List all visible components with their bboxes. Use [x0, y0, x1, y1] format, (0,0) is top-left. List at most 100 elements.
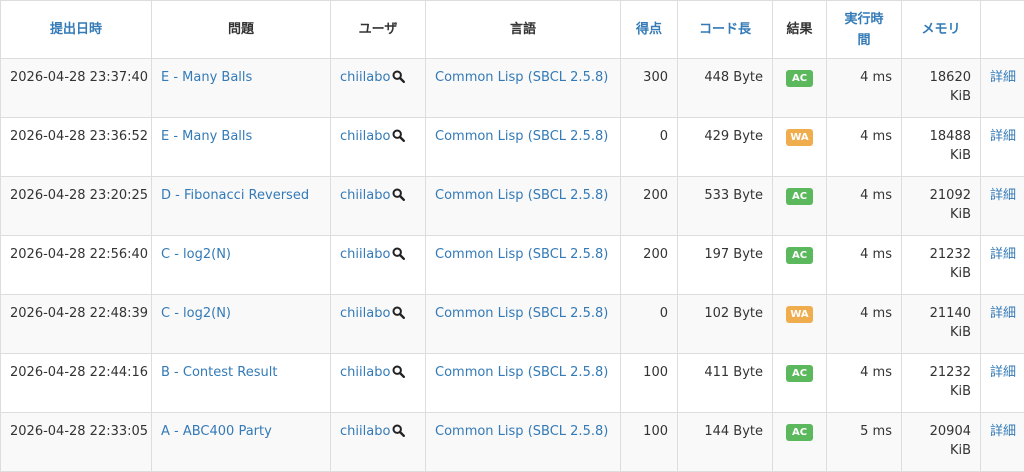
header-exec-time-label-line1: 実行時: [844, 12, 883, 27]
detail-cell: 詳細: [981, 354, 1024, 413]
language-link[interactable]: Common Lisp (SBCL 2.5.8): [435, 247, 608, 262]
user-link[interactable]: chiilabo: [340, 129, 390, 144]
language-link[interactable]: Common Lisp (SBCL 2.5.8): [435, 424, 608, 439]
submit-time-cell: 2026-04-28 22:48:39: [1, 295, 152, 354]
submit-time-cell: 2026-04-28 22:44:16: [1, 354, 152, 413]
submit-time-cell: 2026-04-28 23:36:52: [1, 118, 152, 177]
score: 100: [643, 365, 668, 380]
table-row: 2026-04-28 23:37:40 E - Many Balls chiil…: [1, 59, 1024, 118]
user-link[interactable]: chiilabo: [340, 424, 390, 439]
task-cell: C - log2(N): [152, 236, 331, 295]
header-score-label: 得点: [636, 22, 662, 37]
header-exec-time[interactable]: 実行時間: [827, 1, 902, 59]
code-length: 411 Byte: [704, 365, 763, 380]
user-link[interactable]: chiilabo: [340, 247, 390, 262]
score: 300: [643, 70, 668, 85]
submit-time: 2026-04-28 23:36:52: [10, 129, 148, 144]
task-link[interactable]: C - log2(N): [161, 306, 231, 321]
code-length: 197 Byte: [704, 247, 763, 262]
status-badge: WA: [786, 306, 813, 323]
language-cell: Common Lisp (SBCL 2.5.8): [426, 354, 621, 413]
language-link[interactable]: Common Lisp (SBCL 2.5.8): [435, 188, 608, 203]
header-result: 結果: [773, 1, 827, 59]
language-cell: Common Lisp (SBCL 2.5.8): [426, 413, 621, 472]
detail-cell: 詳細: [981, 236, 1024, 295]
search-icon[interactable]: [392, 188, 405, 207]
task-link[interactable]: C - log2(N): [161, 247, 231, 262]
task-link[interactable]: B - Contest Result: [161, 365, 277, 380]
memory-unit: KiB: [950, 266, 971, 281]
user-cell: chiilabo: [331, 295, 426, 354]
table-row: 2026-04-28 23:36:52 E - Many Balls chiil…: [1, 118, 1024, 177]
submit-time: 2026-04-28 22:33:05: [10, 424, 148, 439]
memory-unit: KiB: [950, 148, 971, 163]
exec-time: 5 ms: [860, 424, 892, 439]
result-cell: WA: [773, 118, 827, 177]
task-cell: D - Fibonacci Reversed: [152, 177, 331, 236]
detail-cell: 詳細: [981, 118, 1024, 177]
search-icon[interactable]: [392, 247, 405, 266]
detail-link[interactable]: 詳細: [990, 129, 1016, 144]
language-cell: Common Lisp (SBCL 2.5.8): [426, 295, 621, 354]
code-length-cell: 411 Byte: [678, 354, 773, 413]
header-code-length[interactable]: コード長: [678, 1, 773, 59]
exec-time-cell: 4 ms: [827, 177, 902, 236]
status-badge: AC: [786, 70, 813, 87]
search-icon[interactable]: [392, 306, 405, 325]
detail-link[interactable]: 詳細: [990, 188, 1016, 203]
memory-unit: KiB: [950, 325, 971, 340]
exec-time: 4 ms: [860, 306, 892, 321]
task-link[interactable]: D - Fibonacci Reversed: [161, 188, 309, 203]
header-submit-time-label: 提出日時: [50, 22, 102, 37]
table-row: 2026-04-28 22:44:16 B - Contest Result c…: [1, 354, 1024, 413]
user-cell: chiilabo: [331, 413, 426, 472]
code-length-cell: 429 Byte: [678, 118, 773, 177]
search-icon[interactable]: [392, 424, 405, 443]
user-link[interactable]: chiilabo: [340, 188, 390, 203]
header-score[interactable]: 得点: [621, 1, 678, 59]
score: 200: [643, 188, 668, 203]
detail-link[interactable]: 詳細: [990, 70, 1016, 85]
header-memory-label: メモリ: [921, 22, 960, 37]
search-icon[interactable]: [392, 365, 405, 384]
detail-cell: 詳細: [981, 413, 1024, 472]
memory-cell: 20904KiB: [902, 413, 981, 472]
search-icon[interactable]: [392, 129, 405, 148]
user-link[interactable]: chiilabo: [340, 365, 390, 380]
detail-link[interactable]: 詳細: [990, 365, 1016, 380]
table-row: 2026-04-28 22:48:39 C - log2(N) chiilabo…: [1, 295, 1024, 354]
memory-value: 21140: [930, 306, 971, 321]
exec-time-cell: 4 ms: [827, 59, 902, 118]
language-link[interactable]: Common Lisp (SBCL 2.5.8): [435, 306, 608, 321]
exec-time: 4 ms: [860, 129, 892, 144]
code-length-cell: 144 Byte: [678, 413, 773, 472]
header-memory[interactable]: メモリ: [902, 1, 981, 59]
task-link[interactable]: E - Many Balls: [161, 129, 252, 144]
user-link[interactable]: chiilabo: [340, 306, 390, 321]
header-code-length-label: コード長: [699, 22, 751, 37]
detail-cell: 詳細: [981, 59, 1024, 118]
language-cell: Common Lisp (SBCL 2.5.8): [426, 177, 621, 236]
result-cell: WA: [773, 295, 827, 354]
submit-time: 2026-04-28 22:48:39: [10, 306, 148, 321]
memory-value: 18620: [930, 70, 971, 85]
task-cell: C - log2(N): [152, 295, 331, 354]
user-link[interactable]: chiilabo: [340, 70, 390, 85]
submissions-table: 提出日時 問題 ユーザ 言語 得点 コード長 結果 実行時間 メモリ 2026-…: [0, 0, 1024, 472]
header-submit-time[interactable]: 提出日時: [1, 1, 152, 59]
detail-link[interactable]: 詳細: [990, 247, 1016, 262]
score: 200: [643, 247, 668, 262]
language-link[interactable]: Common Lisp (SBCL 2.5.8): [435, 365, 608, 380]
exec-time: 4 ms: [860, 365, 892, 380]
score: 0: [660, 129, 668, 144]
task-link[interactable]: A - ABC400 Party: [161, 424, 272, 439]
code-length: 533 Byte: [704, 188, 763, 203]
language-link[interactable]: Common Lisp (SBCL 2.5.8): [435, 70, 608, 85]
task-link[interactable]: E - Many Balls: [161, 70, 252, 85]
language-link[interactable]: Common Lisp (SBCL 2.5.8): [435, 129, 608, 144]
table-header-row: 提出日時 問題 ユーザ 言語 得点 コード長 結果 実行時間 メモリ: [1, 1, 1024, 59]
search-icon[interactable]: [392, 70, 405, 89]
detail-link[interactable]: 詳細: [990, 424, 1016, 439]
detail-link[interactable]: 詳細: [990, 306, 1016, 321]
score-cell: 100: [621, 413, 678, 472]
